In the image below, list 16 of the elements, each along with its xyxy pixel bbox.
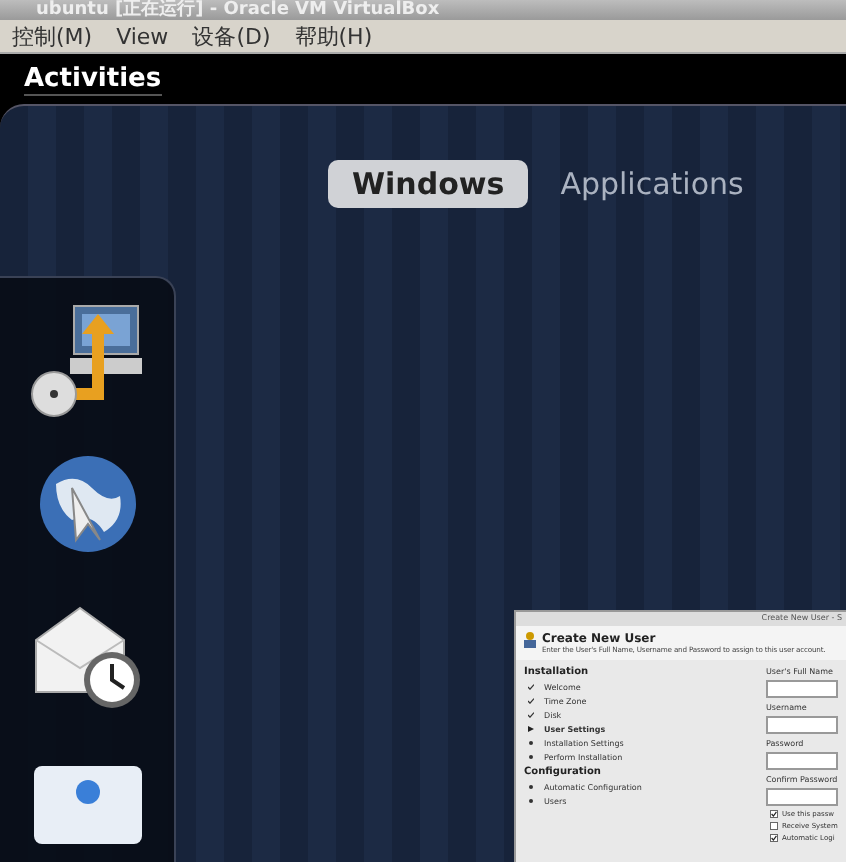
input-field[interactable] xyxy=(766,752,838,770)
menu-item[interactable]: 控制(M) xyxy=(12,21,93,51)
tab[interactable]: Windows xyxy=(328,160,529,208)
menu-item[interactable]: View xyxy=(116,23,169,49)
checkbox[interactable] xyxy=(770,810,778,818)
menu-item[interactable]: 设备(D) xyxy=(192,21,271,51)
input-field[interactable] xyxy=(766,788,838,806)
window-thumbnail[interactable] xyxy=(514,610,846,862)
user-icon xyxy=(524,632,536,648)
tab[interactable]: Applications xyxy=(536,160,768,208)
input-field[interactable] xyxy=(766,680,838,698)
input-field[interactable] xyxy=(766,716,838,734)
menu-item[interactable]: 帮助(H) xyxy=(294,21,373,51)
checkbox[interactable] xyxy=(770,822,778,830)
activities-button[interactable]: Activities xyxy=(24,63,162,95)
checkbox[interactable] xyxy=(770,834,778,842)
